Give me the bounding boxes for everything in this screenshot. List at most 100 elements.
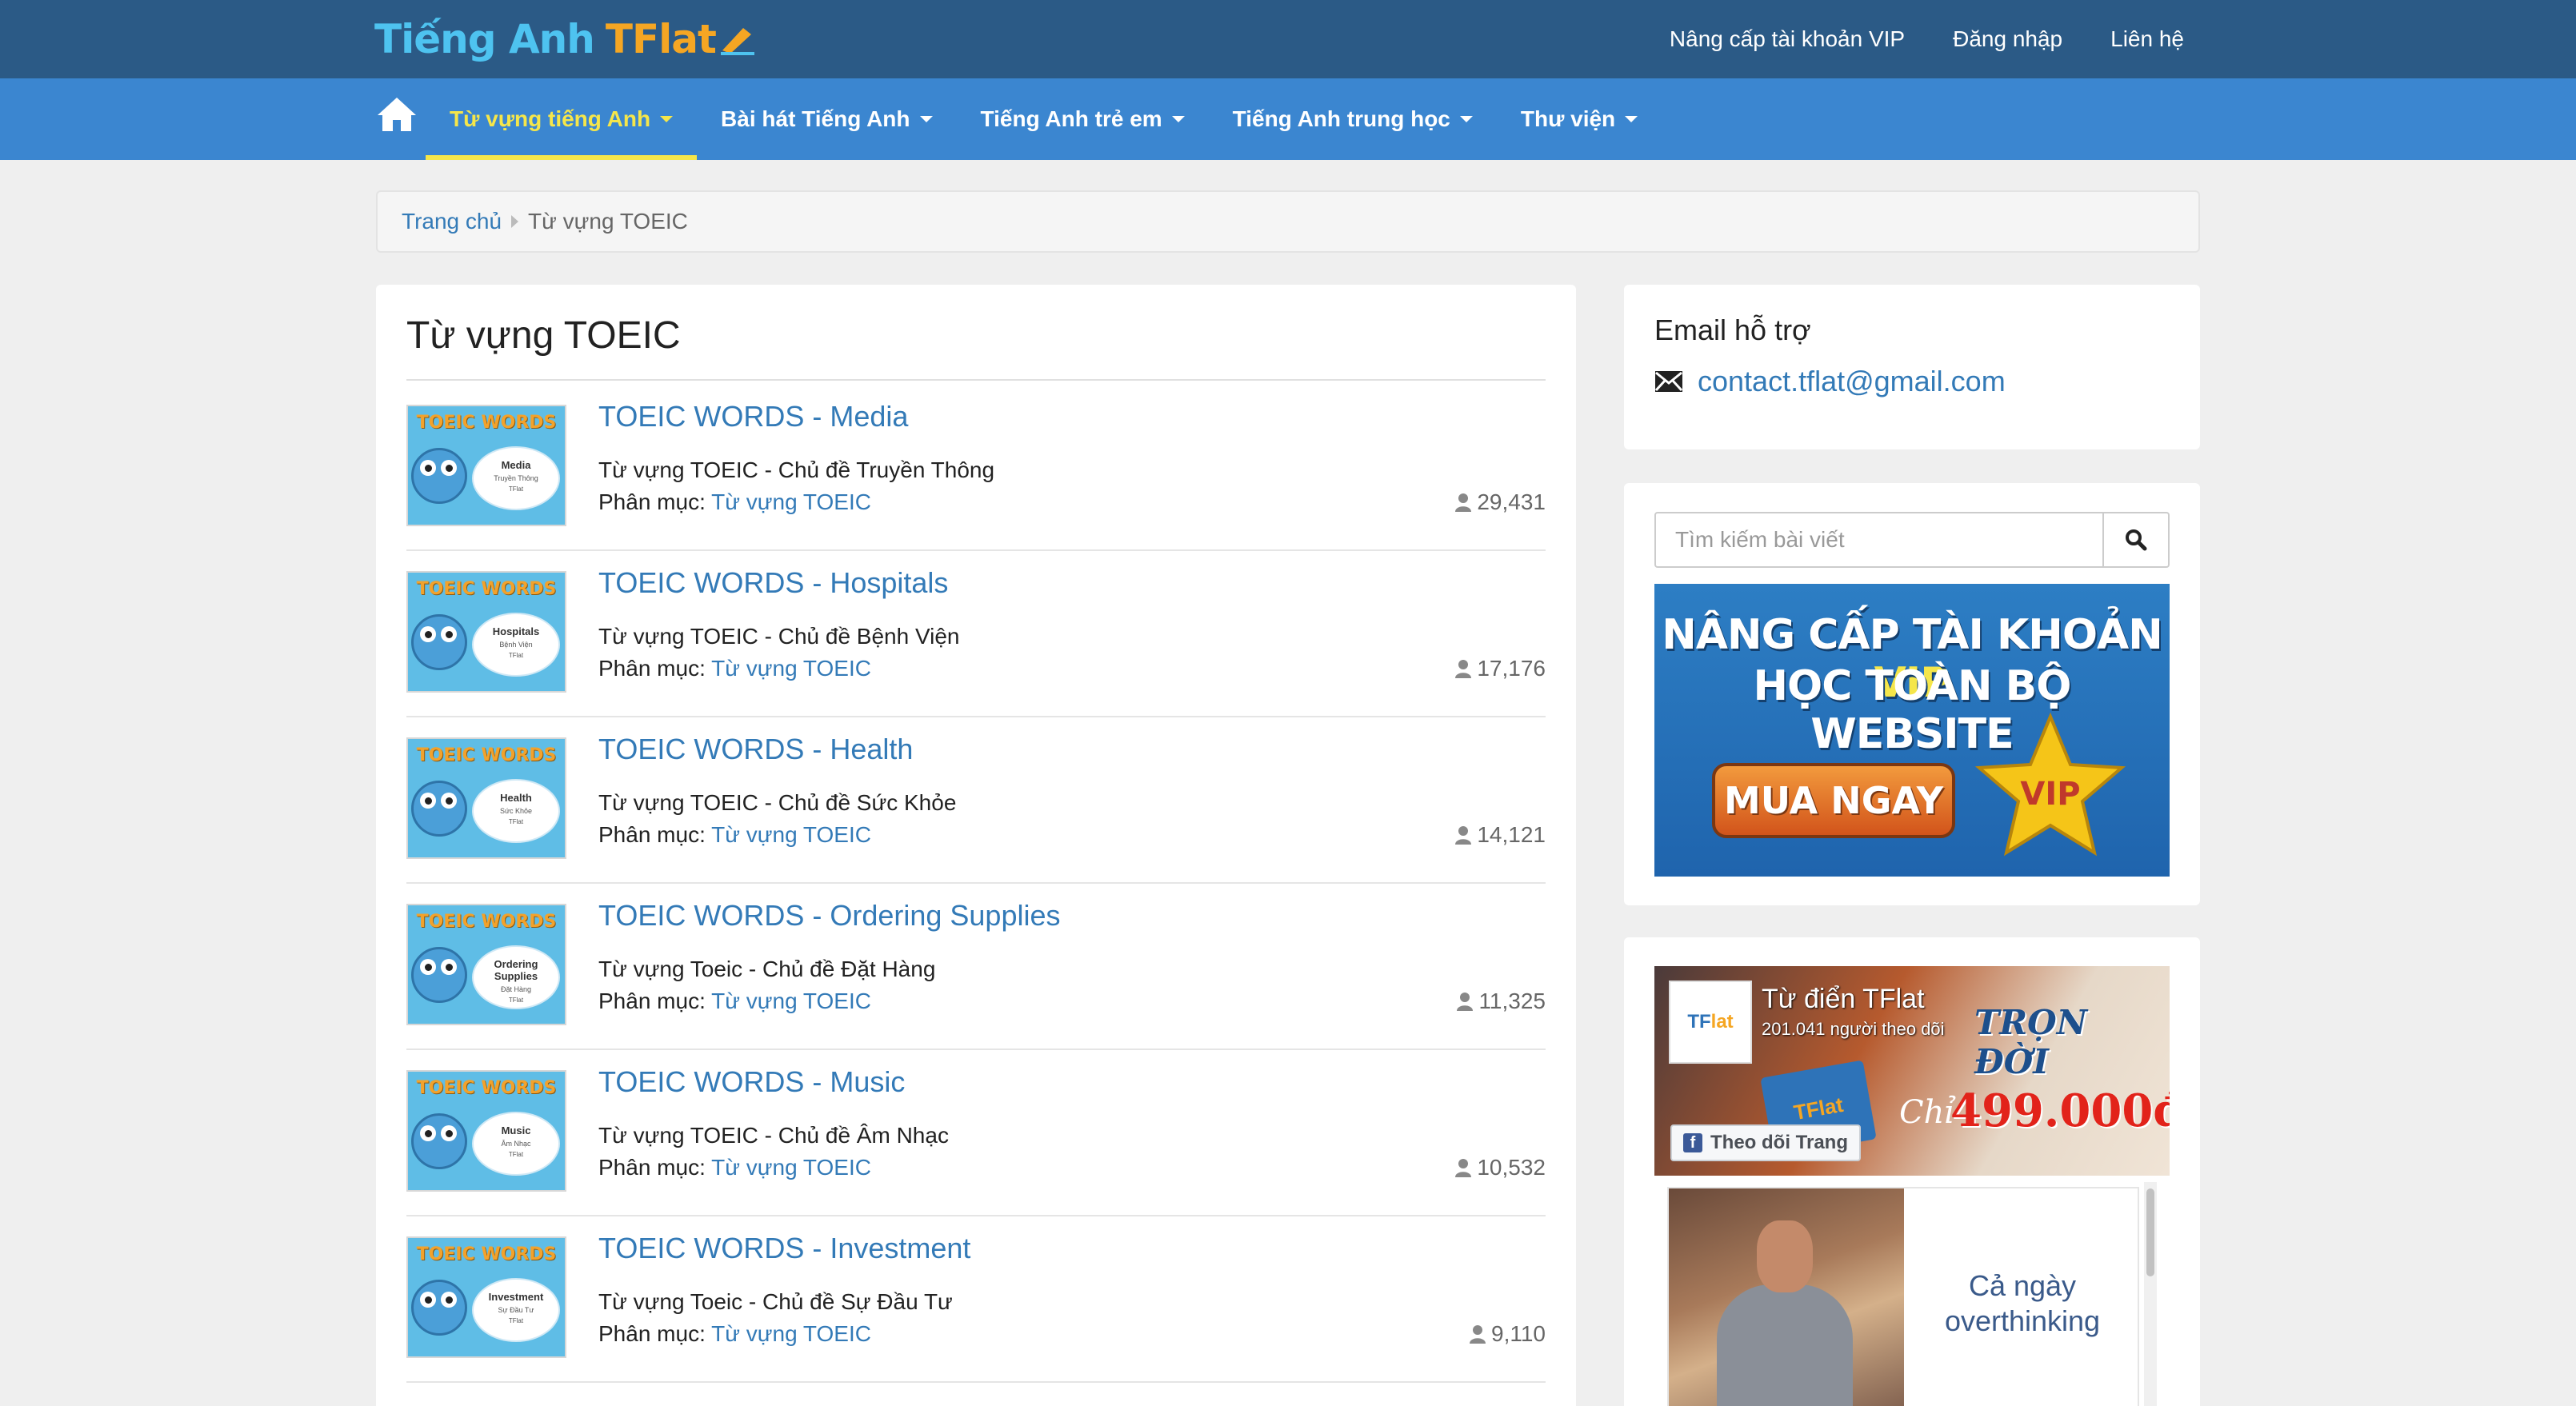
post-thumbnail[interactable]: TOEIC WORDS Ordering Supplies Đặt Hàng T… bbox=[406, 904, 566, 1025]
post-thumbnail[interactable]: TOEIC WORDS Media Truyền Thông TFlat bbox=[406, 405, 566, 526]
nav-item-library[interactable]: Thư viện bbox=[1497, 78, 1662, 160]
post-thumbnail[interactable]: TOEIC WORDS Music Âm Nhạc TFlat bbox=[406, 1070, 566, 1192]
thumbnail-banner-text: TOEIC WORDS bbox=[416, 912, 557, 932]
post-title-link[interactable]: TOEIC WORDS - Ordering Supplies bbox=[598, 899, 1061, 933]
page-avatar[interactable]: TF lat bbox=[1669, 981, 1752, 1064]
envelope-icon bbox=[1654, 371, 1683, 392]
thumbnail-banner-text: TOEIC WORDS bbox=[416, 413, 557, 433]
facebook-cover[interactable]: TFlat TRỌN ĐỜI Chỉ 499.000đ TF lat Từ điể… bbox=[1654, 966, 2170, 1176]
post-category: Phân mục: Từ vựng TOEIC bbox=[598, 1155, 871, 1180]
post-title-link[interactable]: TOEIC WORDS - Investment bbox=[598, 1232, 970, 1265]
eye-icon bbox=[420, 626, 436, 642]
user-icon bbox=[1470, 1325, 1486, 1344]
category-prefix: Phân mục: bbox=[598, 489, 706, 514]
category-link[interactable]: Từ vựng TOEIC bbox=[711, 822, 871, 847]
chevron-down-icon bbox=[1625, 116, 1638, 122]
category-link[interactable]: Từ vựng TOEIC bbox=[711, 489, 871, 514]
thumbnail-banner-text: TOEIC WORDS bbox=[416, 1244, 557, 1264]
scrollbar[interactable] bbox=[2144, 1182, 2157, 1406]
facebook-post[interactable]: Cả ngày overthinking bbox=[1667, 1187, 2139, 1406]
view-count: 11,325 bbox=[1456, 989, 1546, 1014]
search-input[interactable] bbox=[1654, 512, 2104, 568]
contact-link[interactable]: Liên hệ bbox=[2110, 26, 2184, 52]
speech-bubble: Ordering Supplies Đặt Hàng TFlat bbox=[472, 945, 560, 1009]
view-count-value: 17,176 bbox=[1477, 656, 1546, 681]
view-count: 10,532 bbox=[1454, 1155, 1546, 1180]
eye-icon bbox=[420, 793, 436, 809]
eye-icon bbox=[441, 626, 457, 642]
speech-bubble: Investment Sự Đầu Tư TFlat bbox=[472, 1278, 560, 1342]
cover-chi: Chỉ bbox=[1899, 1094, 1955, 1131]
post-category: Phân mục: Từ vựng TOEIC bbox=[598, 489, 871, 515]
breadcrumb-separator-icon bbox=[511, 215, 519, 228]
chevron-down-icon bbox=[660, 116, 674, 122]
post-item: TOEIC WORDS Ordering Supplies Đặt Hàng T… bbox=[406, 880, 1546, 1050]
post-title-link[interactable]: TOEIC WORDS - Health bbox=[598, 733, 913, 766]
thumbnail-banner-text: TOEIC WORDS bbox=[416, 1078, 557, 1098]
post-thumbnail[interactable]: TOEIC WORDS Health Sức Khỏe TFlat bbox=[406, 737, 566, 859]
post-title-link[interactable]: TOEIC WORDS - Hospitals bbox=[598, 566, 948, 600]
eye-icon bbox=[441, 793, 457, 809]
top-links: Nâng cấp tài khoản VIP Đăng nhập Liên hệ bbox=[1622, 0, 2184, 78]
follow-page-button[interactable]: f Theo dõi Trang bbox=[1670, 1124, 1861, 1161]
view-count: 17,176 bbox=[1454, 656, 1546, 681]
post-category: Phân mục: Từ vựng TOEIC bbox=[598, 989, 871, 1014]
thumbnail-banner-text: TOEIC WORDS bbox=[416, 579, 557, 599]
user-icon bbox=[1455, 826, 1472, 845]
category-link[interactable]: Từ vựng TOEIC bbox=[711, 1155, 871, 1180]
page-name[interactable]: Từ điển TFlat bbox=[1762, 984, 1925, 1015]
post-category: Phân mục: Từ vựng TOEIC bbox=[598, 656, 871, 681]
post-item: TOEIC WORDS Hospitals Bệnh Viện TFlat TO… bbox=[406, 547, 1546, 717]
post-title-link[interactable]: TOEIC WORDS - Media bbox=[598, 400, 908, 433]
nav-item-highschool[interactable]: Tiếng Anh trung học bbox=[1209, 78, 1497, 160]
post-title-link[interactable]: TOEIC WORDS - Music bbox=[598, 1065, 905, 1099]
user-icon bbox=[1455, 493, 1472, 512]
bird-mascot-icon bbox=[411, 448, 467, 504]
eye-icon bbox=[420, 460, 436, 476]
category-link[interactable]: Từ vựng TOEIC bbox=[711, 656, 871, 681]
eye-icon bbox=[420, 959, 436, 975]
nav-item-vocabulary[interactable]: Từ vựng tiếng Anh bbox=[426, 78, 698, 160]
eye-icon bbox=[420, 1292, 436, 1308]
search-box: NÂNG CẤP TÀI KHOẢN VIP HỌC TOÀN BỘ WEBSI… bbox=[1624, 483, 2200, 905]
nav-item-kids[interactable]: Tiếng Anh trẻ em bbox=[957, 78, 1209, 160]
main-panel: Từ vựng TOEIC TOEIC WORDS Media Truyền T… bbox=[376, 285, 1576, 1406]
view-count-value: 14,121 bbox=[1477, 822, 1546, 847]
chevron-down-icon bbox=[1459, 116, 1473, 122]
post-description: Từ vựng TOEIC - Chủ đề Sức Khỏe bbox=[598, 790, 957, 815]
site-logo[interactable]: Tiếng Anh TFlat bbox=[374, 11, 756, 67]
support-email-link[interactable]: contact.tflat@gmail.com bbox=[1698, 365, 2006, 398]
bird-mascot-icon bbox=[411, 1280, 467, 1336]
upgrade-vip-link[interactable]: Nâng cấp tài khoản VIP bbox=[1670, 26, 1905, 52]
main-nav: Từ vựng tiếng Anh Bài hát Tiếng Anh Tiến… bbox=[0, 78, 2576, 160]
category-link[interactable]: Từ vựng TOEIC bbox=[711, 989, 871, 1013]
user-icon bbox=[1457, 993, 1474, 1011]
post-item: TOEIC WORDS Music Âm Nhạc TFlat TOEIC WO… bbox=[406, 1046, 1546, 1216]
breadcrumb-home-link[interactable]: Trang chủ bbox=[402, 209, 502, 234]
post-thumbnail[interactable]: TOEIC WORDS Investment Sự Đầu Tư TFlat bbox=[406, 1236, 566, 1358]
login-link[interactable]: Đăng nhập bbox=[1953, 26, 2062, 52]
user-icon bbox=[1455, 1159, 1472, 1177]
scrollbar-thumb[interactable] bbox=[2146, 1188, 2154, 1276]
cover-tagline: TRỌN ĐỜI bbox=[1974, 1003, 2088, 1081]
eye-icon bbox=[420, 1125, 436, 1141]
eye-icon bbox=[441, 1125, 457, 1141]
email-row: contact.tflat@gmail.com bbox=[1654, 365, 2006, 398]
category-prefix: Phân mục: bbox=[598, 656, 706, 681]
search-button[interactable] bbox=[2102, 512, 2170, 568]
nav-item-songs[interactable]: Bài hát Tiếng Anh bbox=[697, 78, 956, 160]
home-icon[interactable] bbox=[376, 96, 418, 133]
email-support-box: Email hỗ trợ contact.tflat@gmail.com bbox=[1624, 285, 2200, 449]
buy-now-button[interactable]: MUA NGAY bbox=[1712, 763, 1955, 838]
speech-bubble: Music Âm Nhạc TFlat bbox=[472, 1112, 560, 1176]
facebook-icon: f bbox=[1683, 1133, 1702, 1152]
category-link[interactable]: Từ vựng TOEIC bbox=[711, 1321, 871, 1346]
vip-star-icon: VIP bbox=[1974, 712, 2126, 857]
vip-upgrade-banner[interactable]: NÂNG CẤP TÀI KHOẢN VIP HỌC TOÀN BỘ WEBSI… bbox=[1654, 584, 2170, 877]
speech-bubble: Hospitals Bệnh Viện TFlat bbox=[472, 613, 560, 677]
cover-price: 499.000đ bbox=[1950, 1084, 2170, 1137]
view-count-value: 9,110 bbox=[1491, 1321, 1546, 1346]
post-thumbnail[interactable]: TOEIC WORDS Hospitals Bệnh Viện TFlat bbox=[406, 571, 566, 693]
post-description: Từ vựng Toeic - Chủ đề Đặt Hàng bbox=[598, 957, 936, 981]
post-description: Từ vựng TOEIC - Chủ đề Âm Nhạc bbox=[598, 1123, 949, 1148]
